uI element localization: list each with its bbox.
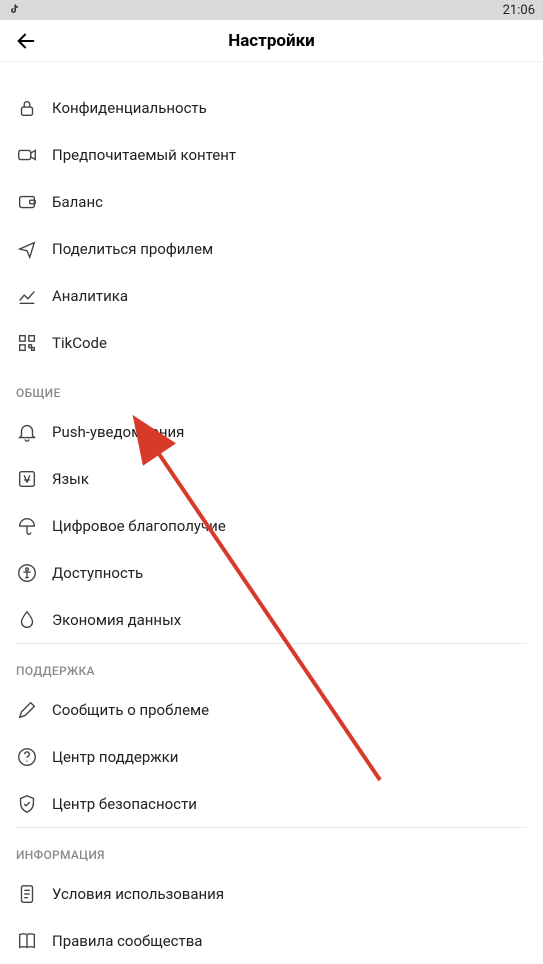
partial-row <box>0 62 543 84</box>
settings-item-label: Push-уведомления <box>52 423 184 441</box>
qr-icon <box>16 332 38 354</box>
settings-item-privacy[interactable]: Конфиденциальность <box>0 84 543 131</box>
section-header-general: ОБЩИЕ <box>0 366 543 408</box>
settings-item-share-profile[interactable]: Поделиться профилем <box>0 225 543 272</box>
settings-item-label: Центр безопасности <box>52 795 197 813</box>
status-bar: 21:06 <box>0 0 543 20</box>
settings-item-terms[interactable]: Условия использования <box>0 870 543 917</box>
language-icon <box>16 468 38 490</box>
settings-item-data-saver[interactable]: Экономия данных <box>0 596 543 643</box>
status-time: 21:06 <box>503 3 535 18</box>
help-icon <box>16 746 38 768</box>
section-header-info: ИНФОРМАЦИЯ <box>0 828 543 870</box>
settings-item-label: Баланс <box>52 193 103 211</box>
accessibility-icon <box>16 562 38 584</box>
settings-item-label: Сообщить о проблеме <box>52 701 209 719</box>
settings-item-label: Экономия данных <box>52 611 181 629</box>
bell-icon <box>16 421 38 443</box>
settings-item-language[interactable]: Язык <box>0 455 543 502</box>
tiktok-status-icon <box>8 3 20 18</box>
shield-check-icon <box>16 793 38 815</box>
droplet-icon <box>16 609 38 631</box>
settings-item-label: Правила сообщества <box>52 932 202 950</box>
settings-item-label: Конфиденциальность <box>52 99 207 117</box>
settings-item-content-preferences[interactable]: Предпочитаемый контент <box>0 131 543 178</box>
settings-item-label: Язык <box>52 470 89 488</box>
settings-item-community-guidelines[interactable]: Правила сообщества <box>0 917 543 964</box>
settings-item-report-problem[interactable]: Сообщить о проблеме <box>0 686 543 733</box>
header: Настройки <box>0 20 543 62</box>
back-button[interactable] <box>12 27 40 55</box>
arrow-left-icon <box>15 30 37 52</box>
settings-item-balance[interactable]: Баланс <box>0 178 543 225</box>
settings-item-label: Условия использования <box>52 885 224 903</box>
video-camera-icon <box>16 144 38 166</box>
wallet-icon <box>16 191 38 213</box>
document-icon <box>16 883 38 905</box>
share-icon <box>16 238 38 260</box>
settings-item-tikcode[interactable]: TikCode <box>0 319 543 366</box>
settings-item-label: Центр поддержки <box>52 748 178 766</box>
settings-item-push-notifications[interactable]: Push-уведомления <box>0 408 543 455</box>
page-title: Настройки <box>0 31 543 51</box>
settings-item-safety-center[interactable]: Центр безопасности <box>0 780 543 827</box>
settings-list: Конфиденциальность Предпочитаемый контен… <box>0 62 543 964</box>
lock-icon <box>16 97 38 119</box>
section-header-support: ПОДДЕРЖКА <box>0 644 543 686</box>
settings-item-label: TikCode <box>52 334 107 352</box>
pencil-icon <box>16 699 38 721</box>
chart-icon <box>16 285 38 307</box>
settings-item-label: Предпочитаемый контент <box>52 146 236 164</box>
settings-item-label: Цифровое благополучие <box>52 517 226 535</box>
settings-item-digital-wellbeing[interactable]: Цифровое благополучие <box>0 502 543 549</box>
settings-item-label: Поделиться профилем <box>52 240 213 258</box>
settings-item-label: Доступность <box>52 564 143 582</box>
settings-item-help-center[interactable]: Центр поддержки <box>0 733 543 780</box>
settings-item-accessibility[interactable]: Доступность <box>0 549 543 596</box>
umbrella-icon <box>16 515 38 537</box>
settings-item-label: Аналитика <box>52 287 128 305</box>
book-icon <box>16 930 38 952</box>
settings-item-analytics[interactable]: Аналитика <box>0 272 543 319</box>
